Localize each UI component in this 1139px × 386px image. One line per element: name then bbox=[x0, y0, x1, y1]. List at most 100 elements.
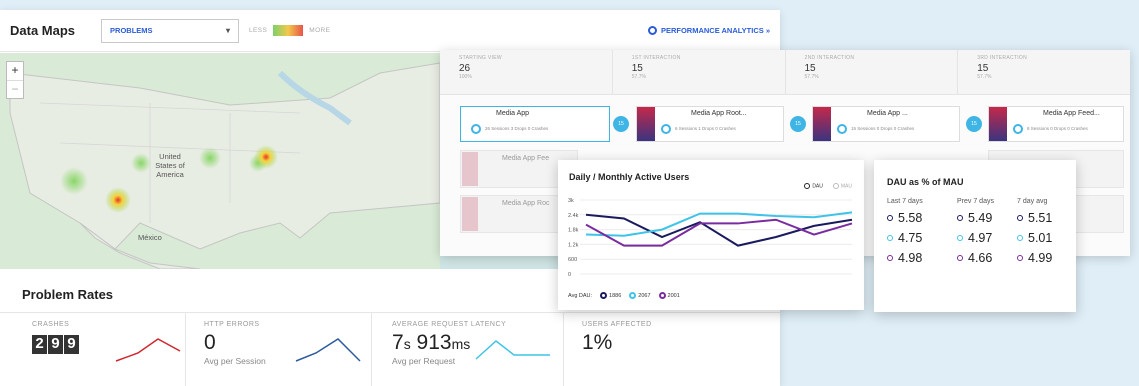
legend-dau-label: DAU bbox=[812, 183, 823, 190]
latency-label: AVERAGE REQUEST LATENCY bbox=[392, 321, 507, 328]
dau-pct-title: DAU as % of MAU bbox=[887, 177, 964, 187]
node-ring-icon bbox=[471, 123, 481, 134]
http-errors-metric[interactable]: HTTP ERRORS 0 Avg per Session bbox=[186, 313, 372, 386]
zoom-control: + − bbox=[6, 61, 24, 99]
series-marker bbox=[887, 235, 893, 241]
y-tick-label: 1.8k bbox=[568, 228, 579, 234]
pct-cell: 4.97 bbox=[957, 231, 1017, 245]
dropdown-value: PROBLEMS bbox=[110, 26, 153, 35]
y-tick-label: 3k bbox=[568, 198, 574, 204]
avg-dau-item: 2067 bbox=[629, 292, 651, 299]
crashes-sparkline bbox=[115, 338, 181, 362]
problem-rates-title: Problem Rates bbox=[22, 287, 114, 302]
dau-chart-title: Daily / Monthly Active Users bbox=[569, 172, 690, 182]
pct-cell: 4.98 bbox=[887, 251, 957, 265]
avg-value: 1886 bbox=[609, 292, 622, 299]
avg-value: 2067 bbox=[638, 292, 651, 299]
flow-connector[interactable]: 15 bbox=[790, 116, 806, 132]
legend-more-label: MORE bbox=[309, 27, 331, 34]
latency-metric[interactable]: AVERAGE REQUEST LATENCY 7s 913ms Avg per… bbox=[372, 313, 564, 386]
series-line-1[interactable] bbox=[585, 213, 853, 247]
flow-step: STARTING VIEW 26 100% bbox=[440, 50, 613, 94]
series-marker bbox=[1017, 215, 1023, 221]
legend-dau[interactable]: DAU bbox=[804, 183, 823, 189]
flow-step: 2ND INTERACTION 15 57.7% bbox=[786, 50, 959, 94]
flow-node[interactable]: Media App Feed... 8 Sessions 0 Drops 0 Cr… bbox=[988, 106, 1124, 142]
node-stats: 15 Sessions 0 Drops 0 Crashes bbox=[851, 126, 915, 132]
node-stats: 26 Sessions 3 Drops 0 Crashes bbox=[485, 126, 549, 132]
problems-dropdown[interactable]: PROBLEMS ▾ bbox=[101, 18, 240, 43]
node-thumbnail bbox=[813, 107, 831, 141]
map-label-mexico: México bbox=[138, 233, 162, 242]
pct-value: 4.66 bbox=[968, 251, 993, 265]
dau-pct-table: Last 7 days Prev 7 days 7 day avg 5.58 5… bbox=[887, 198, 1069, 265]
step-label: 1ST INTERACTION bbox=[631, 55, 681, 61]
map-label-usa: United States of America bbox=[155, 152, 185, 179]
pct-cell: 4.66 bbox=[957, 251, 1017, 265]
avg-marker bbox=[600, 292, 608, 299]
users-affected-metric[interactable]: USERS AFFECTED 1% bbox=[564, 313, 780, 386]
data-maps-title: Data Maps bbox=[10, 23, 76, 38]
latency-seconds-unit: s bbox=[403, 336, 411, 352]
series-marker bbox=[1017, 235, 1023, 241]
avg-value: 2001 bbox=[667, 292, 680, 299]
avg-dau-row: Avg DAU: 1886 2067 2001 bbox=[568, 292, 680, 299]
http-errors-label: HTTP ERRORS bbox=[204, 321, 260, 328]
node-title: Media App bbox=[496, 110, 530, 117]
legend-mau[interactable]: MAU bbox=[832, 183, 852, 189]
avg-marker bbox=[658, 292, 666, 299]
node-ring-icon bbox=[837, 123, 847, 134]
step-pct: 57.7% bbox=[804, 74, 819, 80]
latency-seconds: 7 bbox=[392, 331, 404, 354]
heat-gradient bbox=[273, 25, 304, 36]
performance-analytics-link[interactable]: PERFORMANCE ANALYTICS » bbox=[647, 26, 770, 35]
flow-node[interactable]: Media App Root... 6 Sessions 1 Drops 0 Cr… bbox=[636, 106, 784, 142]
flow-connector[interactable]: 15 bbox=[613, 116, 629, 132]
legend-dau-marker bbox=[804, 183, 811, 189]
step-label: 2ND INTERACTION bbox=[804, 55, 855, 61]
crashes-digit: 2 bbox=[32, 335, 47, 354]
series-line-3[interactable] bbox=[585, 218, 853, 247]
node-title: Media App ... bbox=[867, 110, 908, 117]
pct-cell: 5.58 bbox=[887, 211, 957, 225]
step-count: 15 bbox=[804, 63, 816, 74]
flow-step: 3RD INTERACTION 15 57.7% bbox=[958, 50, 1130, 94]
legend-less-label: LESS bbox=[249, 27, 268, 34]
series-marker bbox=[887, 255, 893, 261]
node-title: Media App Root... bbox=[691, 110, 747, 117]
dau-legend: DAU MAU bbox=[804, 183, 852, 189]
step-label: 3RD INTERACTION bbox=[977, 55, 1028, 61]
dau-chart-card: Daily / Monthly Active Users DAU MAU 3k 2… bbox=[558, 160, 864, 310]
node-stats: 8 Sessions 0 Drops 0 Crashes bbox=[1027, 126, 1088, 132]
crashes-digit: 9 bbox=[64, 335, 79, 354]
users-affected-value: 1% bbox=[582, 331, 613, 354]
step-count: 26 bbox=[459, 63, 471, 74]
pct-cell: 4.99 bbox=[1017, 251, 1069, 265]
avg-dau-item: 1886 bbox=[600, 292, 621, 299]
flow-node[interactable]: Media App ... 15 Sessions 0 Drops 0 Crash… bbox=[812, 106, 960, 142]
flow-node[interactable]: Media App 26 Sessions 3 Drops 0 Crashes bbox=[460, 106, 610, 142]
chevron-down-icon: ▾ bbox=[226, 26, 231, 35]
heat-legend: LESS MORE bbox=[249, 25, 330, 36]
latency-ms-unit: ms bbox=[451, 336, 471, 352]
flow-connector[interactable]: 15 bbox=[966, 116, 982, 132]
series-marker bbox=[887, 215, 893, 221]
crashes-metric[interactable]: CRASHES 299 bbox=[0, 313, 186, 386]
latency-sparkline bbox=[475, 340, 550, 360]
crashes-digit: 9 bbox=[48, 335, 63, 354]
pct-value: 5.51 bbox=[1028, 211, 1053, 225]
data-maps-header: Data Maps PROBLEMS ▾ LESS MORE PERFORMAN… bbox=[0, 10, 780, 52]
y-tick-label: 1.2k bbox=[568, 242, 579, 248]
problem-rates-metrics: CRASHES 299 HTTP ERRORS 0 Avg per Sessio… bbox=[0, 312, 780, 386]
legend-mau-marker bbox=[832, 183, 839, 189]
step-count: 15 bbox=[631, 63, 643, 74]
users-affected-label: USERS AFFECTED bbox=[582, 321, 652, 328]
pct-value: 4.75 bbox=[898, 231, 923, 245]
node-title: Media App Feed... bbox=[1043, 110, 1100, 117]
http-errors-sparkline bbox=[295, 338, 361, 362]
zoom-in-button[interactable]: + bbox=[7, 62, 23, 80]
step-pct: 57.7% bbox=[977, 74, 992, 80]
zoom-out-button[interactable]: − bbox=[7, 80, 23, 98]
crashes-label: CRASHES bbox=[32, 321, 70, 328]
performance-analytics-label: PERFORMANCE ANALYTICS » bbox=[660, 26, 770, 35]
